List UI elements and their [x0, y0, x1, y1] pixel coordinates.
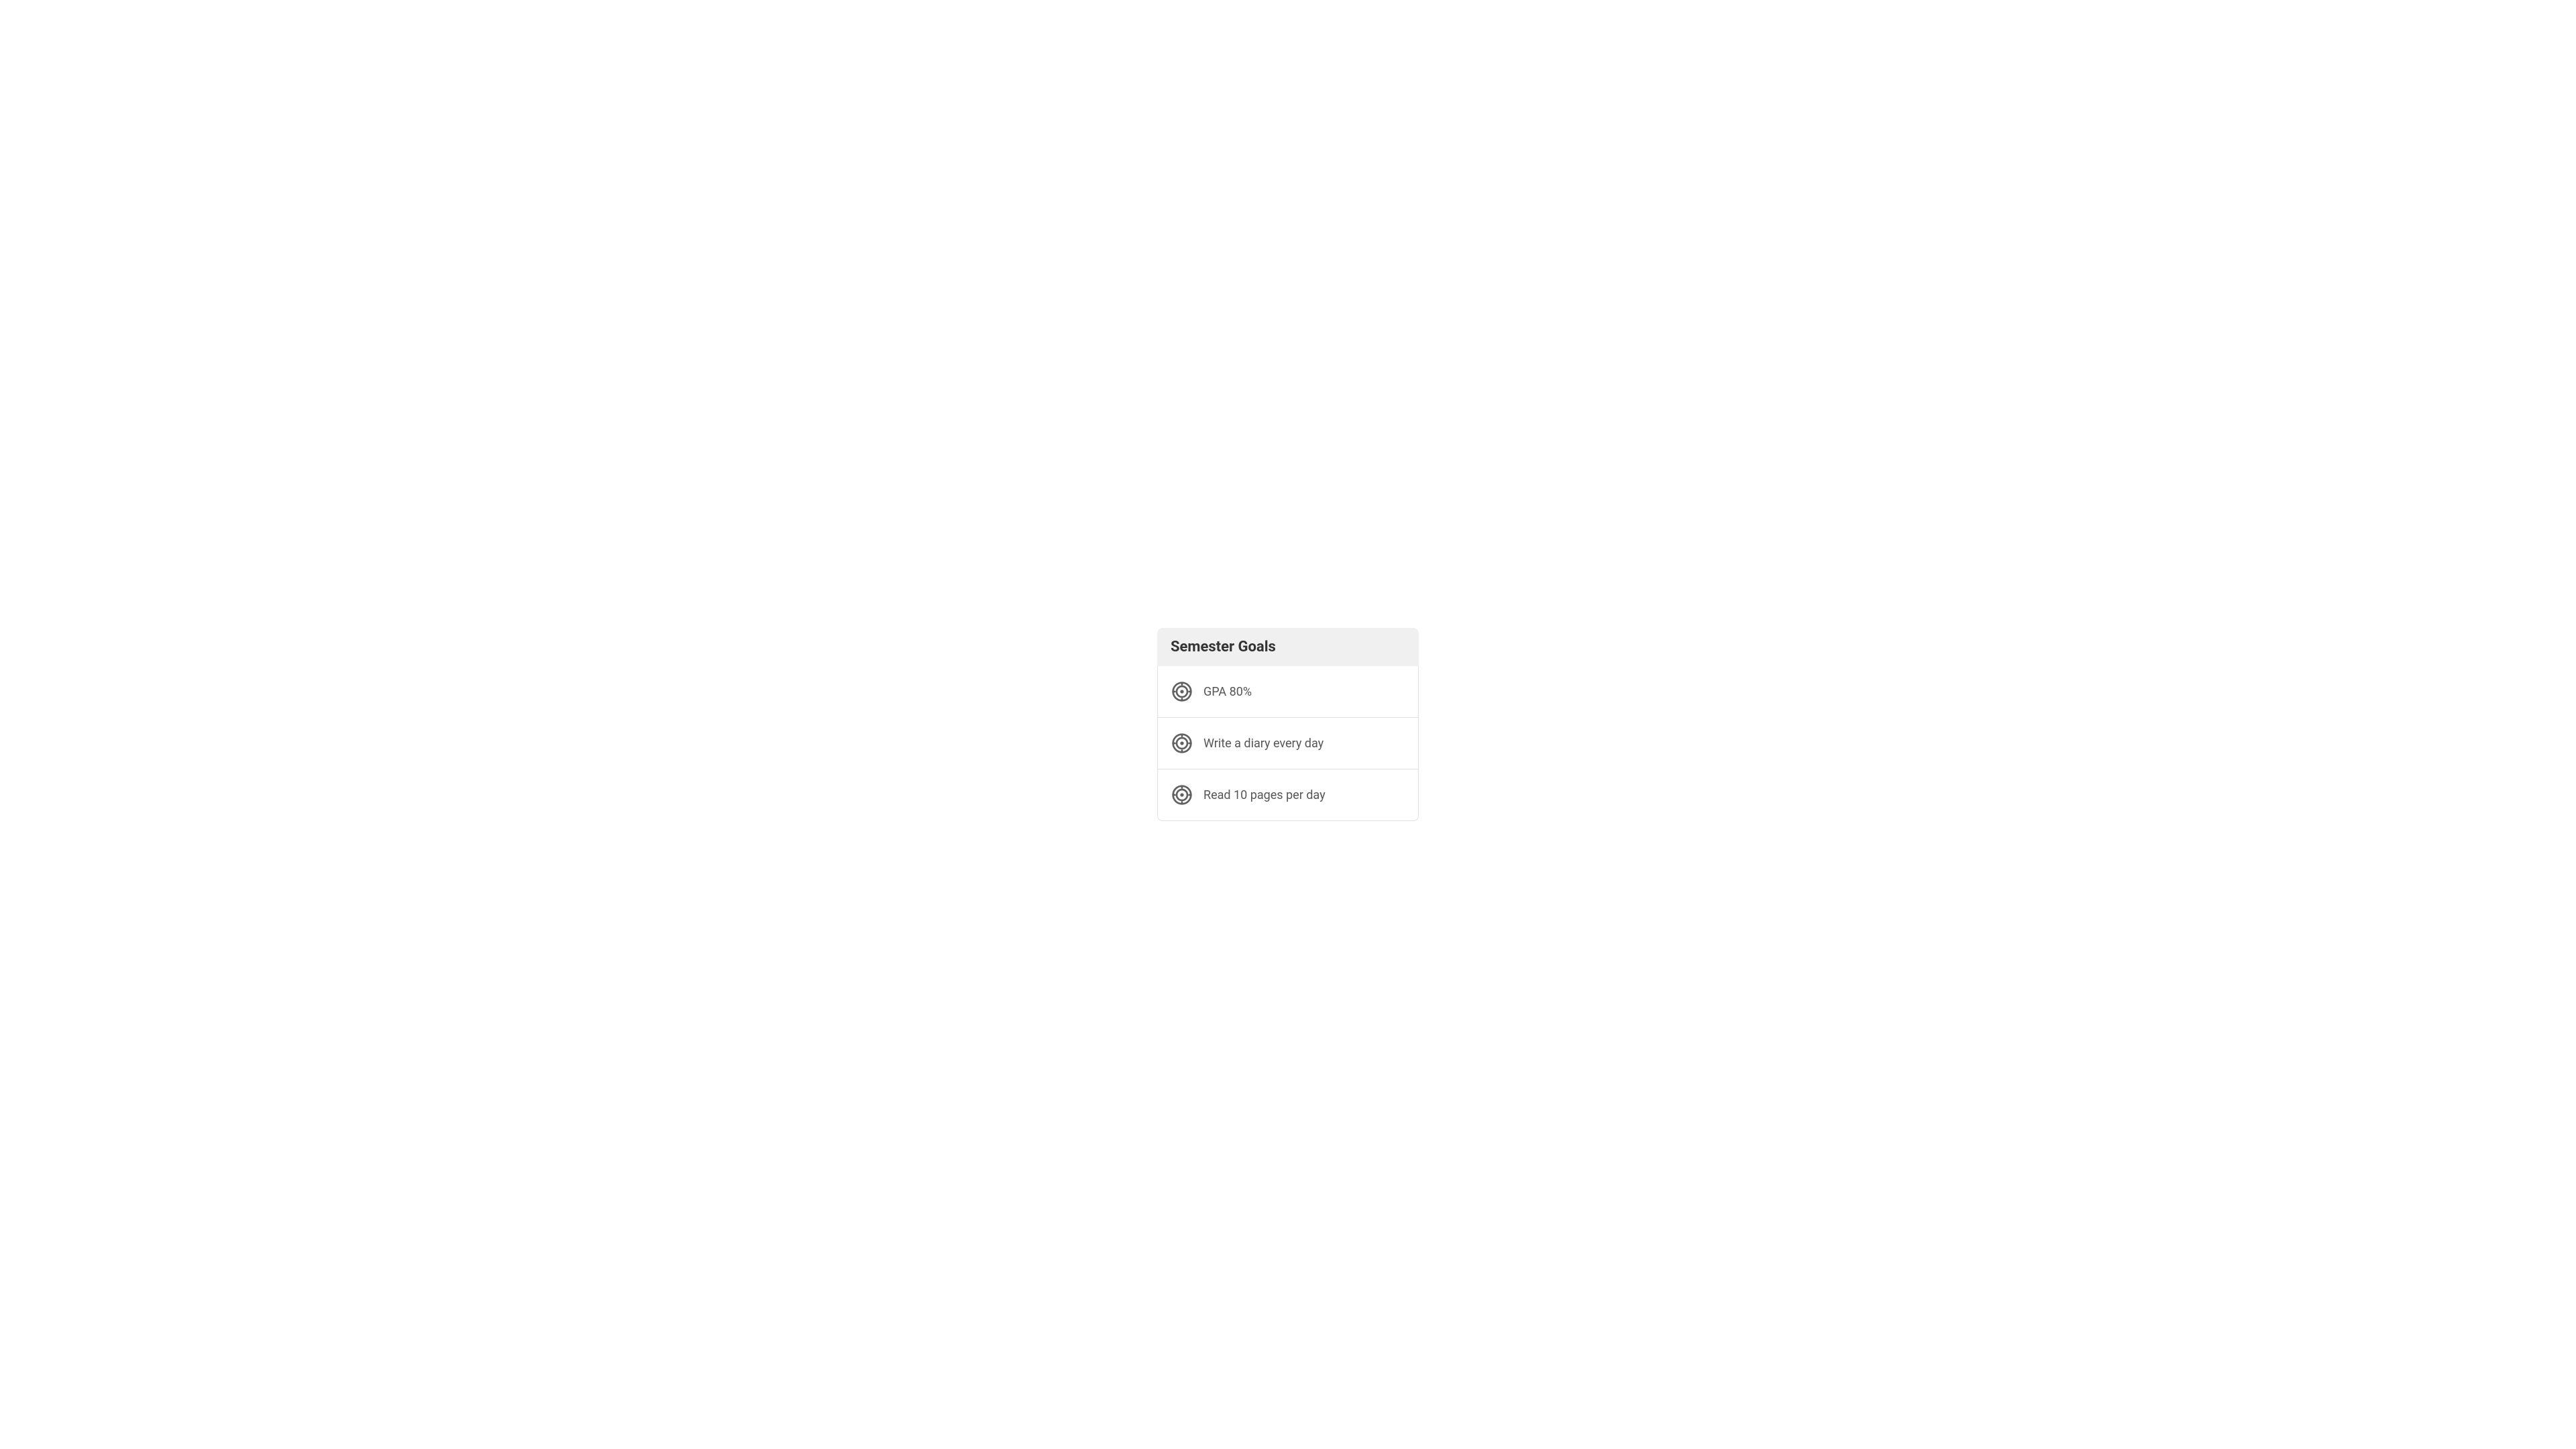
list-item[interactable]: Write a diary every day [1157, 718, 1419, 769]
goal-text: Write a diary every day [1203, 737, 1324, 751]
widget-title: Semester Goals [1171, 639, 1276, 655]
goals-list: GPA 80% Write a diary every day Read 1 [1157, 666, 1419, 821]
goal-text: Read 10 pages per day [1203, 788, 1326, 802]
widget-header: Semester Goals [1157, 628, 1419, 666]
list-item[interactable]: Read 10 pages per day [1157, 769, 1419, 821]
target-icon [1171, 681, 1193, 702]
target-icon [1171, 733, 1193, 754]
list-item[interactable]: GPA 80% [1157, 666, 1419, 718]
semester-goals-widget: Semester Goals GPA 80% Write [1157, 628, 1419, 821]
target-icon [1171, 784, 1193, 806]
goal-text: GPA 80% [1203, 685, 1252, 699]
